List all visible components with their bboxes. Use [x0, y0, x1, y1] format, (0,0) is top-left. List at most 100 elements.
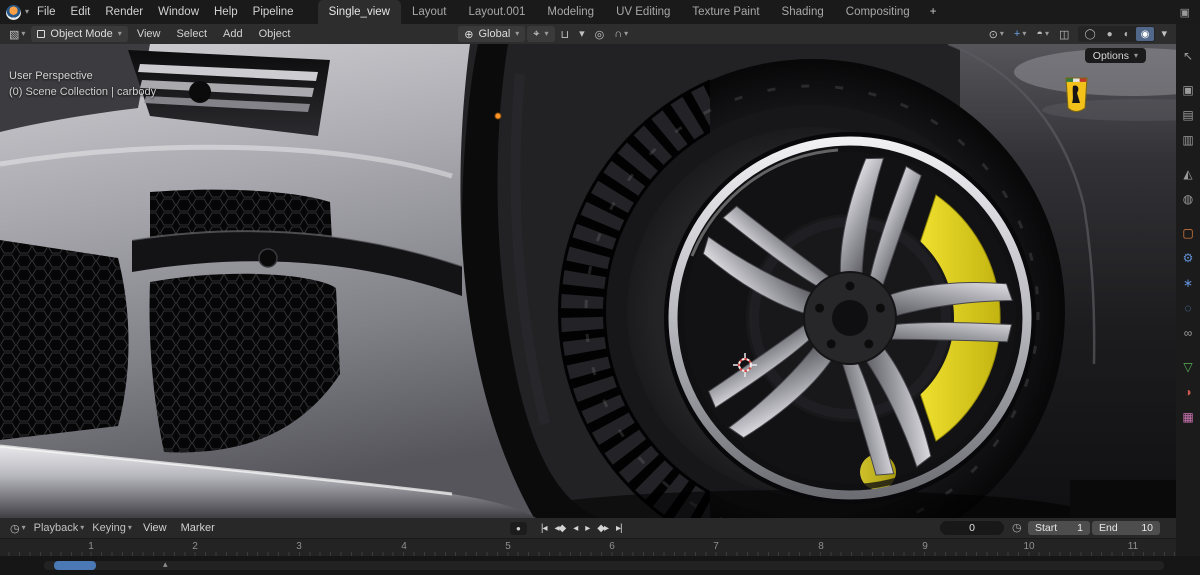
tab-shading[interactable]: Shading: [771, 0, 835, 24]
properties-tab-bar: ↖ ▣ ▤ ▥ ◭ ◍ ▢ ⚙ ∗ ◌ ∞ ▽ ◑ ▦: [1176, 24, 1200, 575]
options-dropdown[interactable]: Options ▾: [1084, 48, 1146, 63]
proportional-editing-toggle[interactable]: ◎: [591, 28, 609, 41]
props-tab-view-layer[interactable]: ▥: [1182, 134, 1193, 146]
tab-uv-editing[interactable]: UV Editing: [605, 0, 681, 24]
clock-icon: ◷: [10, 522, 20, 535]
snap-magnet-toggle[interactable]: ⊔: [557, 28, 574, 41]
front-bumper[interactable]: [0, 44, 536, 518]
current-frame-field[interactable]: 0: [940, 521, 1004, 535]
menu-timeline-view[interactable]: View: [136, 522, 174, 534]
overlays-dropdown[interactable]: ◓ ▾: [1032, 28, 1053, 40]
timeline-scroll-area: ▴: [0, 556, 1200, 575]
chevron-down-icon: ▾: [544, 29, 549, 38]
start-frame-field[interactable]: Start 1: [1028, 521, 1090, 535]
render-scene: [0, 44, 1176, 518]
transform-orientation-dropdown[interactable]: ⊕ Global ▾: [458, 26, 526, 42]
start-label: Start: [1035, 522, 1058, 534]
timeline-scrollbar-thumb[interactable]: [54, 561, 96, 570]
mode-selector[interactable]: Object Mode ▾: [31, 26, 128, 42]
chevron-down-icon: ▾: [1133, 50, 1138, 60]
play-reverse-button[interactable]: ◂: [571, 523, 579, 534]
blender-window: ▾ File Edit Render Window Help Pipeline …: [0, 0, 1200, 575]
shading-dropdown[interactable]: ▾: [1157, 28, 1171, 40]
tab-layout[interactable]: Layout: [401, 0, 458, 24]
menu-file[interactable]: File: [30, 3, 63, 21]
tab-layout-001[interactable]: Layout.001: [457, 0, 536, 24]
menu-render[interactable]: Render: [98, 3, 150, 21]
props-tab-physics[interactable]: ◌: [1184, 302, 1191, 314]
jump-to-end-button[interactable]: ▸|: [614, 523, 624, 534]
props-tab-tool[interactable]: ↖: [1183, 50, 1193, 62]
menu-add[interactable]: Add: [216, 28, 250, 40]
topbar: ▾ File Edit Render Window Help Pipeline …: [0, 0, 1200, 24]
shading-wireframe-button[interactable]: ◯: [1079, 27, 1100, 41]
mode-label: Object Mode: [50, 28, 113, 40]
snap-settings-dropdown[interactable]: ▾: [575, 28, 589, 40]
props-tab-data[interactable]: ▽: [1183, 361, 1192, 373]
next-keyframe-button[interactable]: ◆▸: [595, 523, 610, 534]
tab-compositing[interactable]: Compositing: [835, 0, 921, 24]
shading-solid-button[interactable]: ●: [1102, 27, 1118, 41]
jump-to-start-button[interactable]: |◂: [539, 523, 549, 534]
playback-controls: ● |◂ ◂◆ ◂ ▸ ◆▸ ▸|: [510, 518, 624, 538]
xray-toggle[interactable]: ◫: [1055, 28, 1073, 41]
props-tab-output[interactable]: ▤: [1182, 109, 1193, 121]
viewport-3d[interactable]: User Perspective (0) Scene Collection | …: [0, 44, 1176, 518]
shading-rendered-button[interactable]: ◉: [1135, 27, 1155, 41]
view-perspective-label: User Perspective: [9, 70, 93, 82]
tab-single-view[interactable]: Single_view: [317, 0, 401, 24]
end-frame-field[interactable]: End 10: [1092, 521, 1160, 535]
menu-select[interactable]: Select: [169, 28, 214, 40]
add-workspace-button[interactable]: +: [921, 0, 946, 24]
menu-help[interactable]: Help: [207, 3, 245, 21]
menu-view[interactable]: View: [130, 28, 168, 40]
ferrari-badge[interactable]: [1065, 77, 1088, 112]
props-tab-constraints[interactable]: ∞: [1184, 327, 1193, 339]
tab-modeling[interactable]: Modeling: [536, 0, 605, 24]
menu-pipeline[interactable]: Pipeline: [246, 3, 301, 21]
globe-icon: ⊕: [464, 28, 474, 41]
props-tab-scene[interactable]: ◭: [1183, 168, 1192, 180]
menu-marker[interactable]: Marker: [174, 522, 222, 534]
props-tab-modifiers[interactable]: ⚙: [1183, 252, 1194, 264]
blender-logo-icon[interactable]: [6, 4, 21, 20]
props-tab-texture[interactable]: ▦: [1182, 411, 1193, 423]
chevron-up-icon[interactable]: ▴: [163, 559, 168, 570]
falloff-icon: ∩: [614, 28, 623, 40]
prev-keyframe-button[interactable]: ◂◆: [552, 523, 567, 534]
grille-left: [0, 240, 129, 440]
menu-window[interactable]: Window: [151, 3, 206, 21]
timeline-ruler[interactable]: 1 2 3 4 5 6 7 8 9 10 11: [0, 538, 1176, 556]
shading-modes: ◯ ● ◐ ◉: [1078, 26, 1156, 42]
ruler-number: 6: [609, 541, 615, 552]
play-button[interactable]: ▸: [583, 523, 591, 534]
pivot-point-dropdown[interactable]: ⌖ ▾: [527, 26, 555, 42]
props-tab-object[interactable]: ▢: [1182, 227, 1193, 239]
tab-texture-paint[interactable]: Texture Paint: [681, 0, 770, 24]
props-tab-world[interactable]: ◍: [1183, 193, 1193, 205]
end-label: End: [1099, 522, 1118, 534]
workspace-tabs: Single_view Layout Layout.001 Modeling U…: [317, 0, 946, 24]
object-visibility-dropdown[interactable]: ⊙ ▾: [985, 28, 1008, 41]
timeline-scrollbar-track[interactable]: [44, 561, 1164, 570]
proportional-falloff-dropdown[interactable]: ∩ ▾: [610, 28, 632, 40]
ruler-number: 4: [401, 541, 407, 552]
menu-edit[interactable]: Edit: [64, 3, 98, 21]
props-tab-material[interactable]: ◑: [1184, 386, 1191, 398]
props-tab-render[interactable]: ▣: [1182, 84, 1193, 96]
shading-material-button[interactable]: ◐: [1119, 27, 1135, 41]
sensor: [258, 248, 278, 268]
auto-keyframe-toggle[interactable]: ●: [510, 521, 527, 535]
screen-icon[interactable]: ▣: [1180, 6, 1190, 19]
ruler-number: 1: [88, 541, 94, 552]
editor-type-button[interactable]: ▧ ▾: [5, 28, 29, 41]
menu-keying[interactable]: Keying ▾: [88, 522, 136, 534]
gizmos-dropdown[interactable]: + ▾: [1010, 28, 1030, 40]
menu-playback[interactable]: Playback ▾: [30, 522, 89, 534]
timeline-editor-button[interactable]: ◷ ▾: [6, 522, 30, 535]
ruler-number: 7: [713, 541, 719, 552]
menu-object[interactable]: Object: [252, 28, 298, 40]
preview-range-clock-icon[interactable]: ◷: [1012, 521, 1022, 534]
ruler-number: 11: [1127, 541, 1139, 552]
props-tab-particles[interactable]: ∗: [1183, 277, 1193, 289]
